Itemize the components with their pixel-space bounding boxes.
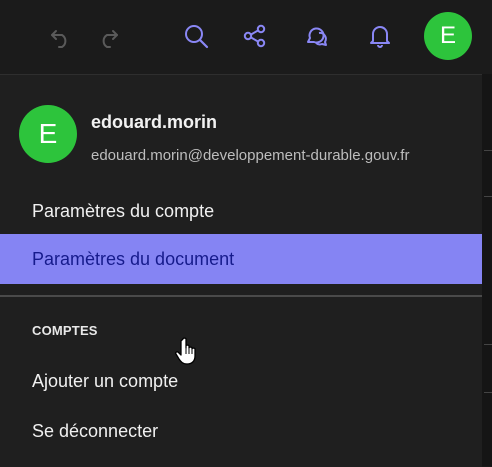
user-email: edouard.morin@developpement-durable.gouv… (91, 147, 410, 164)
menu-item-document-settings[interactable]: Paramètres du document (0, 234, 482, 284)
menu-item-label: Paramètres du document (32, 248, 235, 269)
search-button[interactable] (181, 21, 211, 51)
comments-button[interactable] (302, 21, 332, 51)
undo-button[interactable] (46, 21, 76, 51)
share-icon (243, 24, 266, 48)
menu-item-account-settings[interactable]: Paramètres du compte (0, 186, 482, 236)
user-avatar: E (19, 105, 77, 163)
user-name: edouard.morin (91, 112, 218, 132)
menu-item-label: Paramètres du compte (32, 200, 215, 221)
menu-item-label: Se déconnecter (32, 420, 159, 441)
avatar-letter: E (439, 22, 456, 49)
redo-icon (102, 30, 118, 48)
top-toolbar: E (0, 0, 492, 74)
menu-item-label: Ajouter un compte (32, 370, 179, 391)
comments-icon (307, 27, 327, 46)
undo-icon (51, 30, 67, 48)
share-button[interactable] (240, 21, 270, 51)
notifications-button[interactable] (365, 21, 395, 51)
section-label-accounts: COMPTES (32, 323, 98, 338)
background-page-edge (482, 74, 492, 466)
user-avatar-letter: E (38, 118, 58, 149)
user-info: E edouard.morin edouard.morin@developpem… (19, 105, 479, 165)
notifications-bell-icon (370, 26, 390, 48)
hand-pointer-cursor-icon (175, 337, 201, 372)
menu-item-sign-out[interactable]: Se déconnecter (0, 406, 482, 456)
account-menu: E edouard.morin edouard.morin@developpem… (0, 74, 482, 467)
account-avatar-button[interactable]: E (424, 12, 472, 60)
menu-item-add-account[interactable]: Ajouter un compte (0, 356, 482, 406)
search-icon (185, 25, 209, 49)
menu-divider (0, 295, 482, 297)
redo-button[interactable] (93, 21, 123, 51)
